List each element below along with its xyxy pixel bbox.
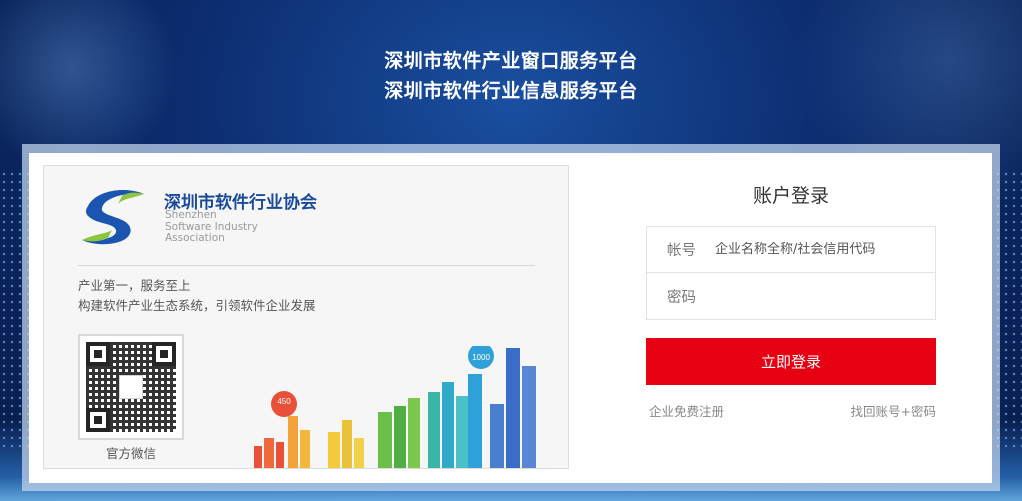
city-skyline-illustration: 1000 450 bbox=[254, 346, 536, 468]
qr-corner bbox=[152, 342, 176, 366]
qr-label: 官方微信 bbox=[105, 446, 156, 461]
association-panel: 深圳市软件行业协会 Shenzhen Software Industry Ass… bbox=[43, 165, 569, 469]
association-name-en-line-1: Shenzhen bbox=[165, 209, 217, 221]
association-logo-icon bbox=[82, 190, 144, 245]
slogan-line-1: 产业第一，服务至上 bbox=[78, 278, 191, 293]
wechat-qr-code bbox=[78, 334, 184, 440]
account-input[interactable] bbox=[703, 242, 935, 257]
password-field: 密码 bbox=[646, 273, 936, 320]
login-title: 账户登录 bbox=[752, 185, 829, 207]
qr-pattern bbox=[86, 342, 176, 432]
association-name-en-line-3: Association bbox=[165, 232, 225, 244]
register-link[interactable]: 企业免费注册 bbox=[649, 401, 724, 420]
password-input[interactable] bbox=[703, 288, 935, 304]
password-label: 密码 bbox=[667, 289, 696, 306]
site-title-line-1: 深圳市软件产业窗口服务平台 bbox=[384, 50, 638, 72]
city-badge-450-text: 450 bbox=[277, 397, 291, 406]
site-title-line-2: 深圳市软件行业信息服务平台 bbox=[384, 80, 638, 102]
site-title: 深圳市软件产业窗口服务平台 深圳市软件行业信息服务平台 bbox=[0, 46, 1022, 106]
slogan-line-2: 构建软件产业生态系统，引领软件企业发展 bbox=[78, 298, 316, 313]
slogan: 产业第一，服务至上 构建软件产业生态系统，引领软件企业发展 bbox=[78, 276, 316, 316]
divider bbox=[78, 265, 535, 266]
account-label: 帐号 bbox=[667, 243, 696, 259]
qr-corner bbox=[86, 342, 110, 366]
login-button[interactable]: 立即登录 bbox=[646, 338, 936, 385]
forgot-account-link[interactable]: 找回账号+密码 bbox=[851, 401, 936, 420]
qr-corner bbox=[86, 408, 110, 432]
login-card: 深圳市软件行业协会 Shenzhen Software Industry Ass… bbox=[29, 153, 992, 483]
qr-center-logo-icon bbox=[119, 375, 143, 399]
city-badge-1000-text: 1000 bbox=[472, 353, 490, 362]
account-field: 帐号 bbox=[646, 226, 936, 273]
association-name-en: Shenzhen Software Industry Association bbox=[165, 209, 258, 245]
